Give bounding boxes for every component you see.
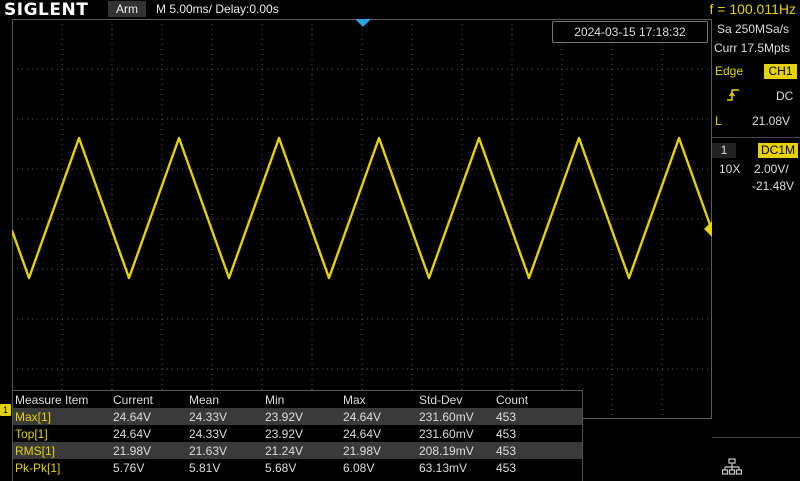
measure-item: Top[1]	[15, 426, 48, 441]
rising-edge-icon	[727, 89, 739, 101]
vertical-offset[interactable]: -21.48V	[752, 179, 794, 194]
frequency-counter: f = 100.011Hz	[709, 1, 796, 17]
measure-current: 21.98V	[111, 442, 187, 459]
timestamp-display: 2024-03-15 17:18:32	[552, 21, 708, 43]
timebase-readout[interactable]: M 5.00ms/ Delay:0.00s	[156, 1, 279, 17]
col-header: Max	[343, 392, 366, 407]
panel-divider	[712, 137, 800, 138]
measure-stddev: 208.19mV	[417, 442, 494, 459]
memory-depth: Curr 17.5Mpts	[714, 41, 791, 55]
trigger-level-marker[interactable]	[704, 221, 712, 237]
measure-stddev: 231.60mV	[417, 408, 494, 425]
measure-mean: 21.63V	[187, 442, 263, 459]
measure-item: Max[1]	[13, 408, 111, 425]
col-header: Count	[496, 392, 529, 407]
measure-stddev: 231.60mV	[419, 426, 474, 441]
measure-count: 453	[494, 442, 582, 459]
channel-marker-label: 1	[2, 405, 8, 415]
measure-mean: 24.33V	[187, 408, 263, 425]
trigger-level-prefix: L	[715, 114, 722, 128]
measurement-header-row: Measure Item Current Mean Min Max Std-De…	[13, 391, 582, 408]
right-info-panel: Sa 250MSa/s Curr 17.5Mpts Edge CH1 DC L …	[712, 19, 800, 480]
measure-min: 23.92V	[263, 408, 341, 425]
table-row[interactable]: RMS[1] 21.98V 21.63V 21.24V 21.98V 208.1…	[13, 442, 582, 459]
measure-count: 453	[496, 460, 517, 475]
measure-min: 21.24V	[263, 442, 341, 459]
sample-rate: Sa 250MSa/s	[717, 22, 790, 36]
measure-max: 6.08V	[343, 460, 375, 475]
measure-count: 453	[494, 408, 582, 425]
measure-item: Pk-Pk[1]	[15, 460, 61, 475]
measure-max: 24.64V	[341, 408, 417, 425]
measure-min: 5.68V	[265, 460, 297, 475]
channel-coupling-badge[interactable]: DC1M	[758, 143, 798, 158]
trigger-level[interactable]: 21.08V	[752, 114, 790, 129]
table-row[interactable]: Top[1] 24.64V 24.33V 23.92V 24.64V 231.6…	[13, 425, 582, 442]
col-header: Current	[113, 392, 154, 407]
measure-max: 21.98V	[341, 442, 417, 459]
measure-max: 24.64V	[343, 426, 382, 441]
channel1-ground-marker[interactable]: 1	[0, 404, 11, 416]
waveform-display[interactable]	[12, 19, 712, 419]
panel-divider	[712, 437, 800, 438]
col-header: Measure Item	[15, 392, 89, 407]
trigger-coupling[interactable]: DC	[776, 89, 793, 104]
measurement-table[interactable]: Measure Item Current Mean Min Max Std-De…	[12, 390, 583, 481]
measure-stddev: 63.13mV	[419, 460, 468, 475]
measure-current: 24.64V	[113, 426, 152, 441]
measure-current: 24.64V	[111, 408, 187, 425]
measure-min: 23.92V	[265, 426, 304, 441]
channel-number[interactable]: 1	[712, 143, 736, 158]
measure-current: 5.76V	[113, 460, 145, 475]
top-status-bar: SIGLENT Arm M 5.00ms/ Delay:0.00s f = 10…	[0, 0, 800, 20]
measure-mean: 5.81V	[189, 460, 221, 475]
trigger-type-label[interactable]: Edge	[715, 64, 743, 79]
table-row[interactable]: Pk-Pk[1] 5.76V 5.81V 5.68V 6.08V 63.13mV…	[13, 459, 582, 476]
trigger-status-badge[interactable]: Arm	[108, 1, 146, 17]
trigger-position-marker[interactable]	[355, 19, 371, 27]
network-icon[interactable]	[722, 458, 742, 476]
trigger-source-badge[interactable]: CH1	[764, 64, 797, 79]
measure-item: RMS[1]	[13, 442, 111, 459]
col-header: Std-Dev	[419, 392, 463, 407]
table-row[interactable]: Max[1] 24.64V 24.33V 23.92V 24.64V 231.6…	[13, 408, 582, 425]
probe-attenuation[interactable]: 10X	[719, 162, 740, 177]
measure-mean: 24.33V	[189, 426, 228, 441]
measure-count: 453	[496, 426, 517, 441]
vertical-scale[interactable]: 2.00V/	[754, 162, 789, 177]
brand-logo: SIGLENT	[4, 0, 89, 20]
col-header: Min	[265, 392, 285, 407]
col-header: Mean	[189, 392, 220, 407]
